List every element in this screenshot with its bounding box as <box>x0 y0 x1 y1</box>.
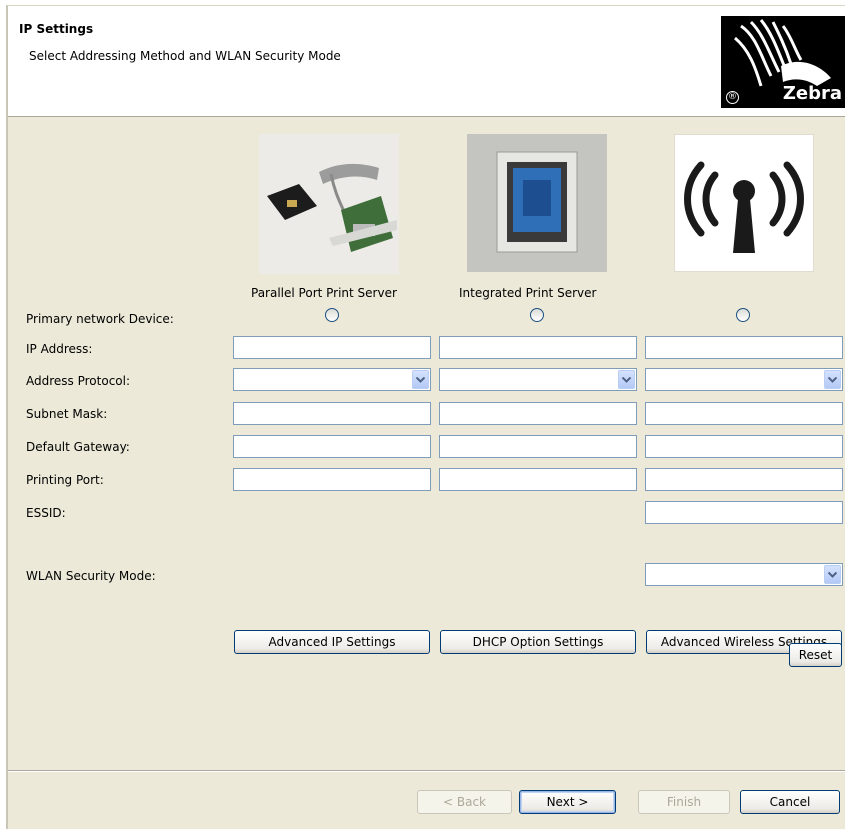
reset-button[interactable]: Reset <box>789 643 842 667</box>
printing-port-input-wireless[interactable] <box>645 468 843 491</box>
address-protocol-label: Address Protocol: <box>26 374 131 388</box>
ethernet-port-photo <box>467 134 607 272</box>
back-button[interactable]: < Back <box>417 790 512 814</box>
page-subtitle: Select Addressing Method and WLAN Securi… <box>29 49 341 63</box>
subnet-mask-input-wireless[interactable] <box>645 402 843 425</box>
default-gateway-input-wireless[interactable] <box>645 435 843 458</box>
footer-divider <box>8 770 845 772</box>
default-gateway-input-parallel[interactable] <box>233 435 431 458</box>
printing-port-input-integrated[interactable] <box>439 468 637 491</box>
advanced-ip-settings-button[interactable]: Advanced IP Settings <box>234 630 430 654</box>
wizard-window: IP Settings Select Addressing Method and… <box>6 5 845 829</box>
parallel-port-print-server-photo <box>259 134 399 274</box>
default-gateway-label: Default Gateway: <box>26 440 130 454</box>
finish-button[interactable]: Finish <box>638 790 730 814</box>
address-protocol-select-parallel[interactable] <box>233 368 431 391</box>
primary-device-radio-parallel[interactable] <box>325 308 339 322</box>
primary-device-radio-integrated[interactable] <box>530 308 544 322</box>
chevron-down-icon[interactable] <box>618 370 635 389</box>
primary-device-label: Primary network Device: <box>26 312 174 326</box>
essid-label: ESSID: <box>26 506 66 520</box>
wlan-security-mode-select[interactable] <box>645 563 843 586</box>
address-protocol-select-integrated[interactable] <box>439 368 637 391</box>
wireless-antenna-icon <box>674 134 814 272</box>
integrated-server-caption: Integrated Print Server <box>459 286 597 300</box>
parallel-port-caption: Parallel Port Print Server <box>251 286 397 300</box>
ip-address-input-parallel[interactable] <box>233 336 431 359</box>
printing-port-label: Printing Port: <box>26 473 104 487</box>
dhcp-option-settings-button[interactable]: DHCP Option Settings <box>440 630 636 654</box>
chevron-down-icon[interactable] <box>824 370 841 389</box>
chevron-down-icon[interactable] <box>412 370 429 389</box>
subnet-mask-label: Subnet Mask: <box>26 407 108 421</box>
default-gateway-input-integrated[interactable] <box>439 435 637 458</box>
subnet-mask-input-parallel[interactable] <box>233 402 431 425</box>
next-button[interactable]: Next > <box>519 790 616 814</box>
primary-device-radio-wireless[interactable] <box>736 308 750 322</box>
zebra-logo: ® Zebra <box>721 16 845 108</box>
wizard-header: IP Settings Select Addressing Method and… <box>8 6 845 117</box>
ip-address-input-integrated[interactable] <box>439 336 637 359</box>
ip-address-label: IP Address: <box>26 342 93 356</box>
logo-wordmark: Zebra <box>782 83 842 104</box>
printing-port-input-parallel[interactable] <box>233 468 431 491</box>
address-protocol-select-wireless[interactable] <box>645 368 843 391</box>
subnet-mask-input-integrated[interactable] <box>439 402 637 425</box>
essid-input[interactable] <box>645 501 843 524</box>
page-title: IP Settings <box>19 22 94 36</box>
chevron-down-icon[interactable] <box>824 565 841 584</box>
cancel-button[interactable]: Cancel <box>740 790 840 814</box>
wlan-security-mode-label: WLAN Security Mode: <box>26 569 156 583</box>
registered-mark: ® <box>726 91 739 104</box>
ip-address-input-wireless[interactable] <box>645 336 843 359</box>
